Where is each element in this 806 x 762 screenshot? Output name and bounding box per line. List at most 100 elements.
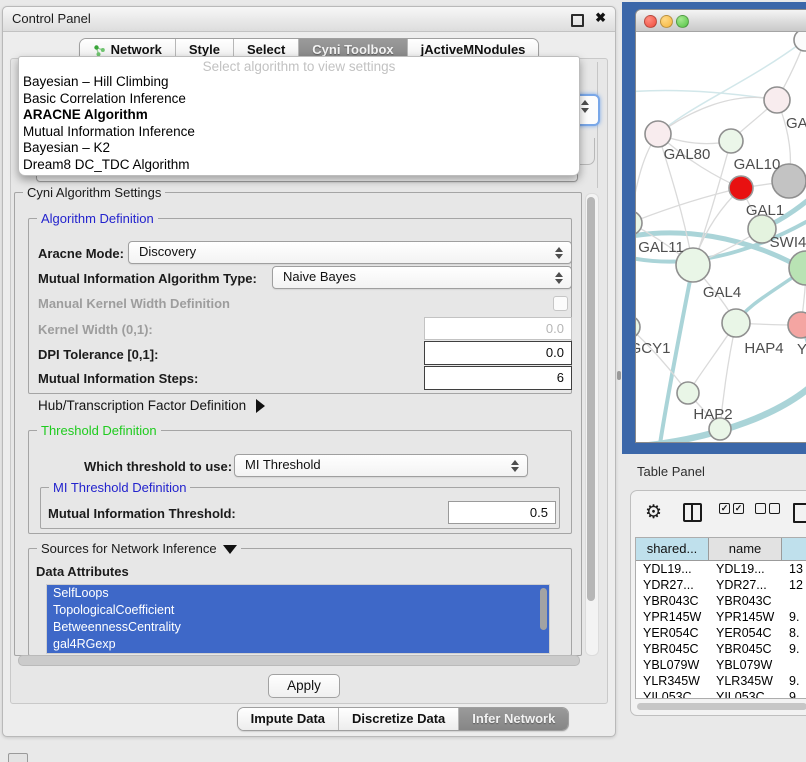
table-row[interactable]: YBR045CYBR045C9. xyxy=(636,641,806,657)
float-window-icon[interactable] xyxy=(571,14,584,27)
table-row[interactable]: YBL079WYBL079W xyxy=(636,657,806,673)
table-cell: 9 xyxy=(782,689,806,699)
mi-threshold-field[interactable]: 0.5 xyxy=(448,501,556,524)
network-node-gal11[interactable] xyxy=(636,211,642,235)
zoom-traffic-light[interactable] xyxy=(676,15,689,28)
table-row[interactable]: YPR145WYPR145W9. xyxy=(636,609,806,625)
table-row[interactable]: YIL053CYIL053C9 xyxy=(636,689,806,699)
combo-arrows-icon xyxy=(555,247,563,259)
table-cell: YDL19... xyxy=(636,561,709,577)
table-cell: YPR145W xyxy=(709,609,782,625)
table-cell: YER054C xyxy=(709,625,782,641)
settings-hscrollbar-track[interactable] xyxy=(16,655,582,664)
network-node[interactable] xyxy=(764,87,790,113)
minimize-traffic-light[interactable] xyxy=(660,15,673,28)
network-node-selected-red[interactable] xyxy=(729,176,753,200)
dpi-tolerance-field[interactable]: 0.0 xyxy=(424,341,572,365)
manual-kernel-checkbox[interactable] xyxy=(553,296,568,311)
table-cell: YLR345W xyxy=(709,673,782,689)
settings-vscrollbar-track[interactable] xyxy=(585,193,599,656)
table-row[interactable]: YBR043CYBR043C xyxy=(636,593,806,609)
mi-steps-field[interactable]: 6 xyxy=(424,366,572,390)
table-cell: 9. xyxy=(782,673,806,689)
network-canvas[interactable]: GAL GAL80 GAL10 GAL1 SWI4 GAL11 GAL4 GCY… xyxy=(636,32,806,442)
tab-discretize-data[interactable]: Discretize Data xyxy=(338,708,458,730)
dpi-tolerance-label: DPI Tolerance [0,1]: xyxy=(38,347,158,362)
node-label: GAL xyxy=(786,115,806,132)
table-row[interactable]: YER054CYER054C8. xyxy=(636,625,806,641)
table-cell: YLR345W xyxy=(636,673,709,689)
deselect-all-checkboxes-icon[interactable] xyxy=(755,503,780,514)
columns-icon[interactable] xyxy=(683,503,702,522)
table-cell: YBL079W xyxy=(636,657,709,673)
algorithm-option[interactable]: Bayesian – K2 xyxy=(19,140,579,157)
network-node-gal10[interactable] xyxy=(719,129,743,153)
column-header-shared-name[interactable]: shared... xyxy=(636,538,709,560)
table-cell: YPR145W xyxy=(636,609,709,625)
network-node[interactable] xyxy=(788,312,806,338)
gear-icon[interactable]: ⚙ xyxy=(645,503,662,522)
table-cell: YDR27... xyxy=(709,577,782,593)
table-cell: YBR043C xyxy=(709,593,782,609)
aracne-mode-combo[interactable]: Discovery xyxy=(128,241,572,264)
node-label: SWI4 xyxy=(770,234,806,251)
kernel-width-field[interactable]: 0.0 xyxy=(424,317,572,340)
popup-placeholder: Select algorithm to view settings xyxy=(19,59,579,74)
manual-kernel-label: Manual Kernel Width Definition xyxy=(38,296,230,311)
tab-impute-data[interactable]: Impute Data xyxy=(238,708,338,730)
network-window-titlebar[interactable] xyxy=(636,10,806,32)
algorithm-option[interactable]: Dream8 DC_TDC Algorithm xyxy=(19,157,579,174)
apply-button[interactable]: Apply xyxy=(268,674,340,698)
close-traffic-light[interactable] xyxy=(644,15,657,28)
algorithm-dropdown-popup: Select algorithm to view settings Bayesi… xyxy=(18,56,580,176)
table-cell: YER054C xyxy=(636,625,709,641)
node-label: HAP4 xyxy=(744,340,783,357)
network-node-hap4[interactable] xyxy=(722,309,750,337)
close-icon[interactable]: ✖ xyxy=(595,10,606,26)
table-cell: 8. xyxy=(782,625,806,641)
node-table: shared... name YDL19...YDL19...13YDR27..… xyxy=(635,537,806,699)
settings-vscrollbar-thumb[interactable] xyxy=(587,197,595,601)
table-row[interactable]: YLR345WYLR345W9. xyxy=(636,673,806,689)
data-attributes-list[interactable]: SelfLoopsTopologicalCoefficientBetweenne… xyxy=(46,584,550,654)
minimized-panel-icon[interactable] xyxy=(8,753,28,762)
data-attribute-item-selected[interactable]: BetweennessCentrality xyxy=(47,619,549,636)
control-panel-titlebar[interactable]: Control Panel ✖ xyxy=(3,7,615,32)
algorithm-option[interactable]: Basic Correlation Inference xyxy=(19,91,579,108)
combo-arrows-icon xyxy=(511,460,519,472)
list-vscrollbar[interactable] xyxy=(540,588,547,630)
network-node[interactable] xyxy=(645,121,671,147)
algorithm-option[interactable]: Bayesian – Hill Climbing xyxy=(19,74,579,91)
data-attribute-item-selected[interactable]: gal4RGexp xyxy=(47,636,549,653)
mi-algorithm-type-combo[interactable]: Naive Bayes xyxy=(272,266,572,289)
column-header-name[interactable]: name xyxy=(709,538,782,560)
algorithm-option[interactable]: ARACNE Algorithm xyxy=(19,107,579,124)
table-row[interactable]: YDL19...YDL19...13 xyxy=(636,561,806,577)
table-hscrollbar-thumb[interactable] xyxy=(637,703,806,710)
document-icon[interactable] xyxy=(793,503,806,523)
hub-tf-definition-toggle[interactable]: Hub/Transcription Factor Definition xyxy=(38,398,265,413)
node-label: GAL4 xyxy=(703,284,741,301)
algorithm-list: Bayesian – Hill ClimbingBasic Correlatio… xyxy=(19,74,579,173)
algorithm-option[interactable]: Mutual Information Inference xyxy=(19,124,579,141)
data-attribute-item-selected[interactable]: TopologicalCoefficient xyxy=(47,602,549,619)
network-edge xyxy=(636,90,777,100)
table-cell xyxy=(782,657,806,673)
select-all-checkboxes-icon[interactable]: ✓✓ xyxy=(719,503,744,514)
table-cell: YBR045C xyxy=(709,641,782,657)
table-row[interactable]: YDR27...YDR27...12 xyxy=(636,577,806,593)
network-node[interactable] xyxy=(794,32,806,51)
table-cell xyxy=(782,593,806,609)
tab-infer-network[interactable]: Infer Network xyxy=(458,708,568,730)
network-node-hap2[interactable] xyxy=(677,382,699,404)
data-attribute-item-selected[interactable]: SelfLoops xyxy=(47,585,549,602)
node-label: HAP2 xyxy=(693,406,732,423)
which-threshold-combo[interactable]: MI Threshold xyxy=(234,454,528,477)
node-label: GAL10 xyxy=(734,156,781,173)
table-cell: YBR045C xyxy=(636,641,709,657)
panel-divider-handle[interactable] xyxy=(617,371,621,380)
column-header-partial[interactable] xyxy=(782,538,806,560)
table-cell: YBL079W xyxy=(709,657,782,673)
node-label: GAL1 xyxy=(746,202,784,219)
settings-hscrollbar-thumb[interactable] xyxy=(18,655,580,666)
